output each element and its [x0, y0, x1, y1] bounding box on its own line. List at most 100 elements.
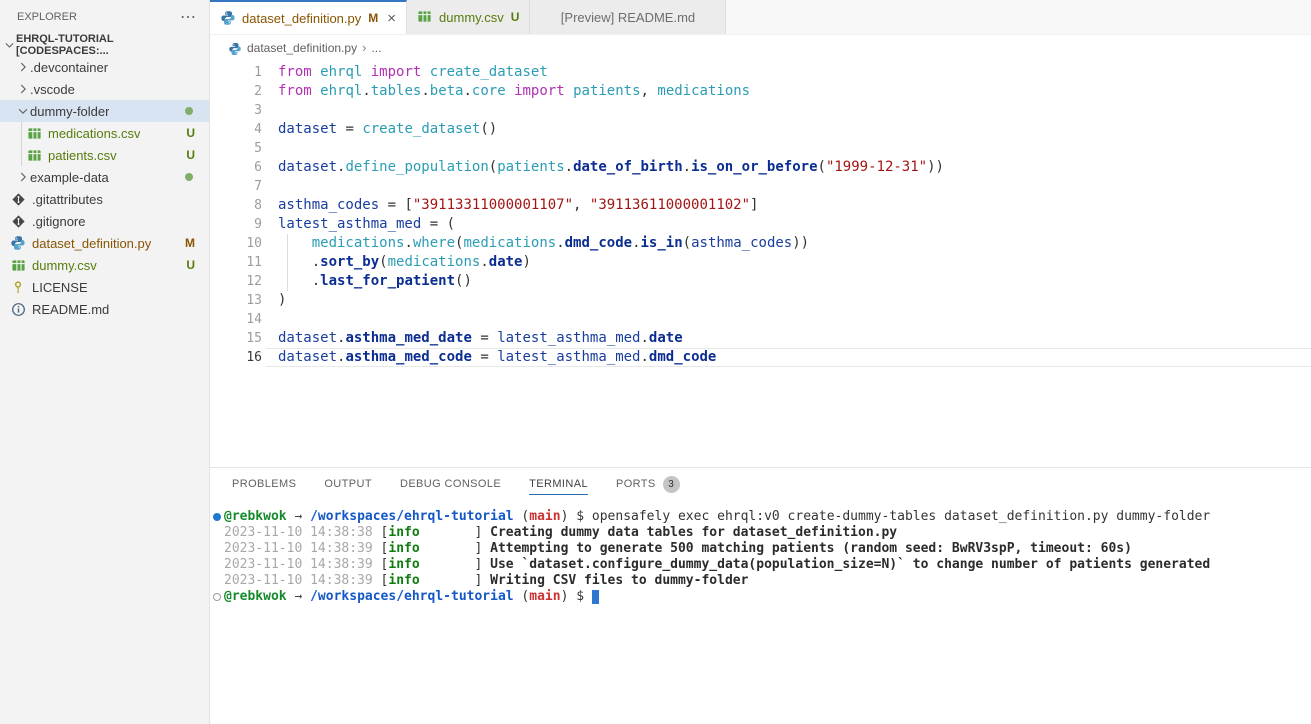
code-editor[interactable]: 1from ehrql import create_dataset2from e…: [210, 60, 1311, 467]
terminal-line: 2023-11-10 14:38:39 [info ] Attempting t…: [210, 541, 1311, 557]
code-text: latest_asthma_med = (: [262, 215, 455, 234]
code-line-10: 10 medications.where(medications.dmd_cod…: [210, 234, 1311, 253]
code-text: .last_for_patient(): [262, 272, 472, 291]
line-number: 4: [210, 120, 262, 139]
indent-guide: [287, 234, 288, 253]
line-number: 8: [210, 196, 262, 215]
panel-tab-output[interactable]: OUTPUT: [324, 468, 372, 501]
code-line-12: 12 .last_for_patient(): [210, 272, 1311, 291]
code-text: ): [262, 291, 286, 310]
license-icon: [10, 279, 26, 295]
terminal-line: 2023-11-10 14:38:39 [info ] Writing CSV …: [210, 573, 1311, 589]
editor-tab-bar: dataset_definition.pyM×dummy.csvU[Previe…: [210, 0, 1311, 35]
line-number: 9: [210, 215, 262, 234]
panel-tab-label: OUTPUT: [324, 474, 372, 495]
terminal-line: @rebkwok → /workspaces/ehrql-tutorial (m…: [210, 509, 1311, 525]
tab-dataset-definition-py[interactable]: dataset_definition.pyM×: [210, 0, 407, 34]
panel-tab-terminal[interactable]: TERMINAL: [529, 468, 588, 501]
line-number: 15: [210, 329, 262, 348]
breadcrumb[interactable]: dataset_definition.py › ...: [210, 35, 1311, 60]
code-text: from ehrql import create_dataset: [262, 63, 548, 82]
tab-dirty-badge: U: [511, 10, 520, 24]
chevron-down-icon: [16, 104, 30, 118]
panel-tab-debug-console[interactable]: DEBUG CONSOLE: [400, 468, 501, 501]
file-tree-item-dataset-definition-py[interactable]: dataset_definition.pyM: [0, 232, 209, 254]
code-text: [262, 310, 278, 329]
line-number: 12: [210, 272, 262, 291]
file-label: .devcontainer: [30, 60, 108, 75]
line-number: 16: [210, 348, 262, 367]
file-tree-item-license[interactable]: LICENSE: [0, 276, 209, 298]
more-actions-icon[interactable]: ⋯: [180, 7, 197, 27]
editor-area: dataset_definition.py M × dummy.csvU [Previe…: [210, 0, 1311, 724]
code-line-15: 15dataset.asthma_med_date = latest_asthm…: [210, 329, 1311, 348]
git-icon: [10, 213, 26, 229]
workspace-root-folder[interactable]: EHRQL-TUTORIAL [CODESPACES:...: [0, 34, 209, 56]
tab-dirty-badge: M: [368, 11, 378, 25]
code-line-4: 4dataset = create_dataset(): [210, 120, 1311, 139]
tab-label: [Preview] README.md: [561, 10, 695, 25]
git-status-badge: U: [186, 126, 195, 140]
file-tree-item--devcontainer[interactable]: .devcontainer: [0, 56, 209, 78]
code-line-3: 3: [210, 101, 1311, 120]
file-tree-item-medications-csv[interactable]: medications.csvU: [0, 122, 209, 144]
chevron-right-icon: [16, 60, 30, 74]
vscode-window: EXPLORER ⋯ EHRQL-TUTORIAL [CODESPACES:..…: [0, 0, 1311, 724]
line-number: 14: [210, 310, 262, 329]
terminal-line: 2023-11-10 14:38:39 [info ] Use `dataset…: [210, 557, 1311, 573]
code-text: .sort_by(medications.date): [262, 253, 531, 272]
panel-tab-ports[interactable]: PORTS 3: [616, 468, 680, 501]
file-tree-item--vscode[interactable]: .vscode: [0, 78, 209, 100]
code-text: dataset.define_population(patients.date_…: [262, 158, 944, 177]
code-line-13: 13): [210, 291, 1311, 310]
panel-tab-label: PORTS: [616, 474, 656, 495]
code-text: [262, 139, 278, 158]
file-tree-item-example-data[interactable]: example-data: [0, 166, 209, 188]
line-number: 10: [210, 234, 262, 253]
code-text: [262, 101, 278, 120]
code-text: dataset.asthma_med_code = latest_asthma_…: [262, 348, 716, 367]
code-line-1: 1from ehrql import create_dataset: [210, 63, 1311, 82]
code-line-14: 14: [210, 310, 1311, 329]
workspace-root-label: EHRQL-TUTORIAL [CODESPACES:...: [16, 33, 209, 57]
terminal-cursor: [592, 590, 599, 604]
terminal-line: 2023-11-10 14:38:38 [info ] Creating dum…: [210, 525, 1311, 541]
file-tree-item--gitignore[interactable]: .gitignore: [0, 210, 209, 232]
panel-tab-bar: PROBLEMS OUTPUT DEBUG CONSOLE TERMINAL PORTS…: [210, 468, 1311, 501]
chevron-down-icon: [3, 38, 16, 52]
file-label: patients.csv: [48, 148, 117, 163]
file-tree-item-readme-md[interactable]: README.md: [0, 298, 209, 320]
file-tree-item-patients-csv[interactable]: patients.csvU: [0, 144, 209, 166]
file-tree: .devcontainer .vscodedummy-foldermedicati…: [0, 56, 209, 320]
command-prompt-decoration-icon[interactable]: [213, 593, 221, 601]
tab-dummy-csv[interactable]: dummy.csvU: [407, 0, 530, 34]
code-line-5: 5: [210, 139, 1311, 158]
line-number: 5: [210, 139, 262, 158]
chevron-right-icon: [16, 82, 30, 96]
file-label: README.md: [32, 302, 109, 317]
file-label: dummy.csv: [32, 258, 97, 273]
line-number: 11: [210, 253, 262, 272]
explorer-title: EXPLORER: [17, 11, 77, 23]
file-tree-item--gitattributes[interactable]: .gitattributes: [0, 188, 209, 210]
command-success-decoration-icon[interactable]: [213, 513, 221, 521]
code-line-7: 7: [210, 177, 1311, 196]
file-tree-item-dummy-folder[interactable]: dummy-folder: [0, 100, 209, 122]
code-line-2: 2from ehrql.tables.beta.core import pati…: [210, 82, 1311, 101]
file-label: LICENSE: [32, 280, 88, 295]
csv-icon: [26, 147, 42, 163]
explorer-sidebar: EXPLORER ⋯ EHRQL-TUTORIAL [CODESPACES:..…: [0, 0, 210, 724]
breadcrumb-symbol-ellipsis[interactable]: ...: [371, 41, 381, 55]
tab--preview-readme-md[interactable]: [Preview] README.md: [530, 0, 726, 34]
line-number: 2: [210, 82, 262, 101]
file-tree-item-dummy-csv[interactable]: dummy.csvU: [0, 254, 209, 276]
panel-tab-problems[interactable]: PROBLEMS: [232, 468, 296, 501]
ports-count-badge: 3: [663, 476, 680, 493]
close-icon[interactable]: ×: [387, 11, 396, 26]
terminal-output[interactable]: @rebkwok → /workspaces/ehrql-tutorial (m…: [210, 501, 1311, 724]
csv-icon: [26, 125, 42, 141]
line-number: 6: [210, 158, 262, 177]
breadcrumb-file[interactable]: dataset_definition.py: [247, 41, 357, 55]
bottom-panel: PROBLEMS OUTPUT DEBUG CONSOLE TERMINAL PORTS…: [210, 467, 1311, 724]
git-changes-dot-badge: [185, 173, 193, 181]
